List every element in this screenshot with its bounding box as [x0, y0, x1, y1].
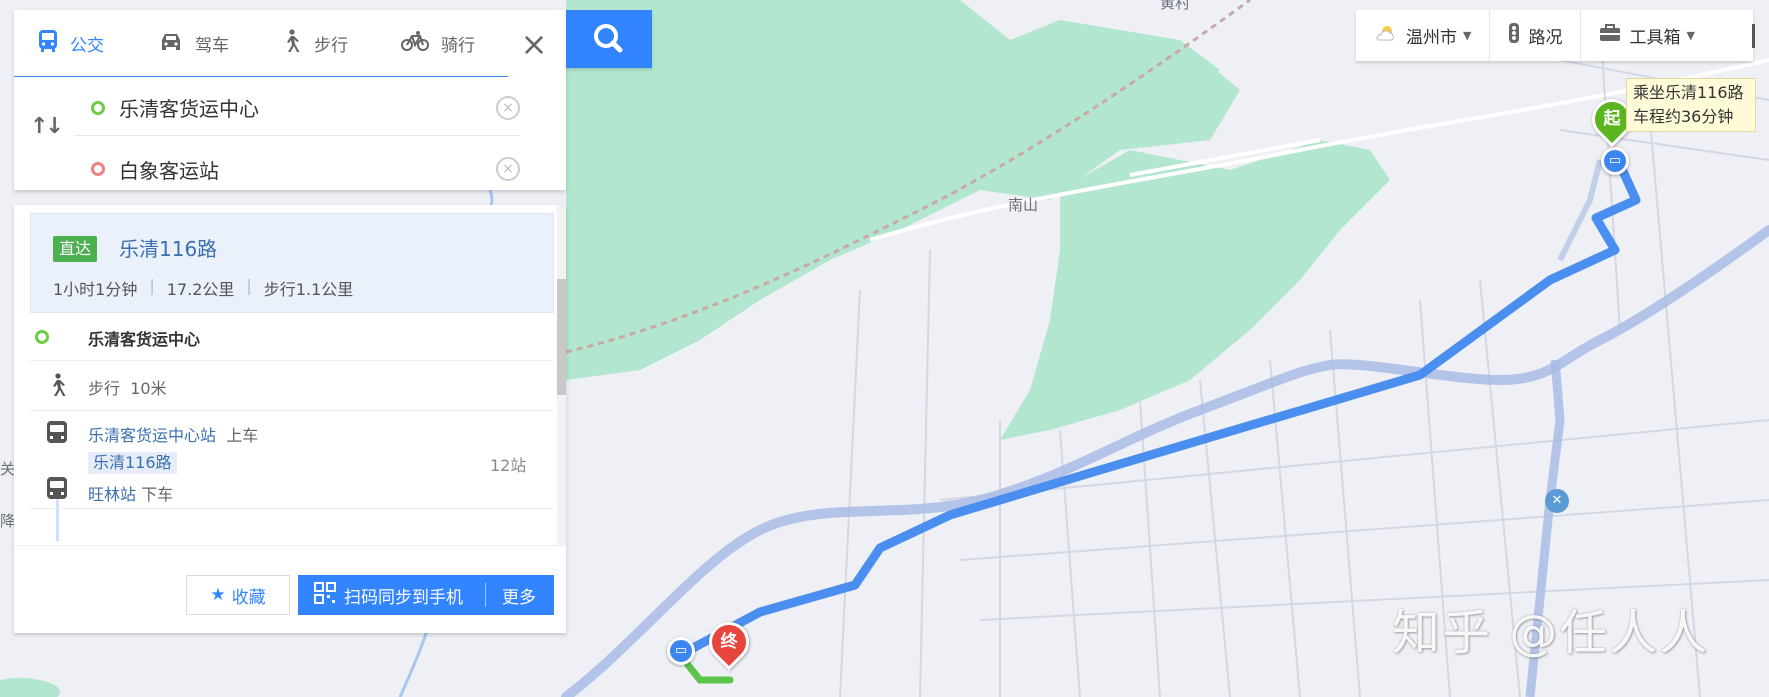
end-location-text: 白象客运站 [119, 158, 219, 183]
bike-icon [401, 30, 429, 57]
direct-badge: 直达 [53, 236, 98, 262]
favorite-button[interactable]: ★ 收藏 [186, 575, 290, 615]
meta-divider: | [149, 276, 155, 295]
start-dot-icon [35, 330, 49, 344]
watermark: 知乎 @任人人 [1392, 605, 1710, 661]
start-location-text: 乐清客货运中心 [119, 97, 259, 121]
end-location-field[interactable]: 白象客运站 × [74, 141, 520, 197]
clear-start-icon[interactable]: × [496, 95, 520, 120]
close-icon[interactable]: × [514, 24, 554, 64]
clear-end-icon[interactable]: × [496, 157, 520, 181]
board-action: 上车 [226, 426, 259, 445]
sync-label: 扫码同步到手机 [344, 587, 463, 608]
traffic-light-icon [1508, 22, 1520, 49]
start-location-field[interactable]: 乐清客货运中心 × [74, 80, 520, 136]
tab-label: 骑行 [441, 35, 475, 56]
toolbox-button[interactable]: 工具箱 ▼ [1581, 10, 1712, 61]
walk-distance: 10米 [130, 379, 167, 398]
walk-icon [46, 373, 68, 402]
end-bus-stop-icon[interactable]: ▭ [667, 637, 695, 665]
chevron-down-icon: ▼ [1463, 29, 1472, 42]
swap-direction-icon[interactable]: ↑↓ [30, 114, 64, 139]
tooltip-line: 车程约36分钟 [1633, 107, 1734, 126]
traffic-label: 路况 [1528, 28, 1563, 48]
route-summary[interactable]: 直达 乐清116路 1小时1分钟 | 17.2公里 | 步行1.1公里 [30, 213, 554, 313]
tab-transit[interactable]: 公交 [14, 10, 135, 76]
bus-icon [46, 421, 68, 448]
action-bar: ★ 收藏 扫码同步到手机 更多 [14, 545, 566, 633]
alight-action: 下车 [141, 485, 174, 504]
tab-label: 步行 [314, 35, 348, 56]
scrollbar-thumb[interactable] [557, 279, 566, 395]
search-button[interactable] [566, 10, 652, 68]
toolbox-icon [1599, 24, 1621, 47]
tab-label: 驾车 [195, 35, 229, 56]
step-walk: 步行 10米 [30, 361, 554, 411]
bus-icon [46, 477, 68, 504]
city-selector[interactable]: 温州市 ▼ [1356, 10, 1491, 61]
route-walk: 步行1.1公里 [263, 280, 354, 299]
start-bus-stop-icon[interactable]: ▭ [1601, 147, 1629, 175]
alight-station[interactable]: 旺林站 [88, 485, 136, 504]
step-start-name: 乐清客货运中心 [88, 330, 201, 349]
car-icon [159, 31, 183, 56]
walk-icon [280, 28, 302, 58]
sync-main[interactable]: 扫码同步到手机 [298, 581, 486, 609]
start-dot-icon [91, 100, 105, 115]
route-search-card: 公交 驾车 步行 骑行 × ↑↓ 乐清客货运中心 × 白象客运站 × [14, 10, 566, 190]
end-marker-label: 终 [720, 632, 738, 652]
stop-count[interactable]: 12站 [490, 452, 526, 476]
search-icon [594, 24, 623, 53]
step-bus[interactable]: 乐清客货运中心站 上车 乐清116路 12站 旺林站 下车 [30, 411, 554, 509]
travel-mode-tabs: 公交 驾车 步行 骑行 [14, 10, 508, 77]
map-label-village: 黄村 [1160, 0, 1191, 12]
route-result-card: 直达 乐清116路 1小时1分钟 | 17.2公里 | 步行1.1公里 乐清客货… [14, 205, 566, 633]
traffic-button[interactable]: 路况 [1490, 10, 1582, 61]
tab-walk[interactable]: 步行 [256, 10, 377, 76]
map-edge-button[interactable] [1752, 24, 1769, 48]
route-duration: 1小时1分钟 [53, 280, 138, 299]
bus-icon [38, 29, 58, 58]
walk-label: 步行 [88, 379, 121, 398]
tab-drive[interactable]: 驾车 [135, 10, 256, 76]
sync-to-phone-button[interactable]: 扫码同步到手机 更多 [298, 575, 554, 615]
favorite-label: 收藏 [231, 587, 266, 608]
weather-icon [1374, 22, 1398, 49]
board-station[interactable]: 乐清客货运中心站 [88, 426, 216, 445]
route-meta: 1小时1分钟 | 17.2公里 | 步行1.1公里 [53, 276, 353, 300]
star-icon: ★ [210, 585, 226, 605]
step-start: 乐清客货运中心 [30, 313, 554, 361]
qr-code-icon [314, 581, 336, 609]
route-distance: 17.2公里 [166, 280, 235, 299]
end-dot-icon [91, 162, 105, 176]
route-tooltip: 乘坐乐清116路 车程约36分钟 [1626, 78, 1756, 132]
restaurant-poi-icon[interactable]: ✕ [1545, 489, 1569, 513]
tooltip-line: 乘坐乐清116路 [1633, 83, 1744, 102]
toolbox-label: 工具箱 [1629, 28, 1681, 48]
map-edge-label: 降 [0, 512, 16, 530]
route-name[interactable]: 乐清116路 [119, 236, 217, 262]
bus-line-tag[interactable]: 乐清116路 [88, 452, 177, 474]
more-button[interactable]: 更多 [486, 583, 536, 608]
map-toolbar: 温州市 ▼ 路况 工具箱 ▼ [1356, 10, 1753, 61]
chevron-down-icon: ▼ [1686, 29, 1695, 42]
tab-label: 公交 [70, 35, 104, 56]
start-marker-label: 起 [1603, 109, 1621, 129]
meta-divider: | [246, 276, 252, 295]
city-label: 温州市 [1406, 28, 1457, 48]
tab-bike[interactable]: 骑行 [377, 10, 498, 76]
map-label-nanshan: 南山 [1008, 196, 1039, 214]
